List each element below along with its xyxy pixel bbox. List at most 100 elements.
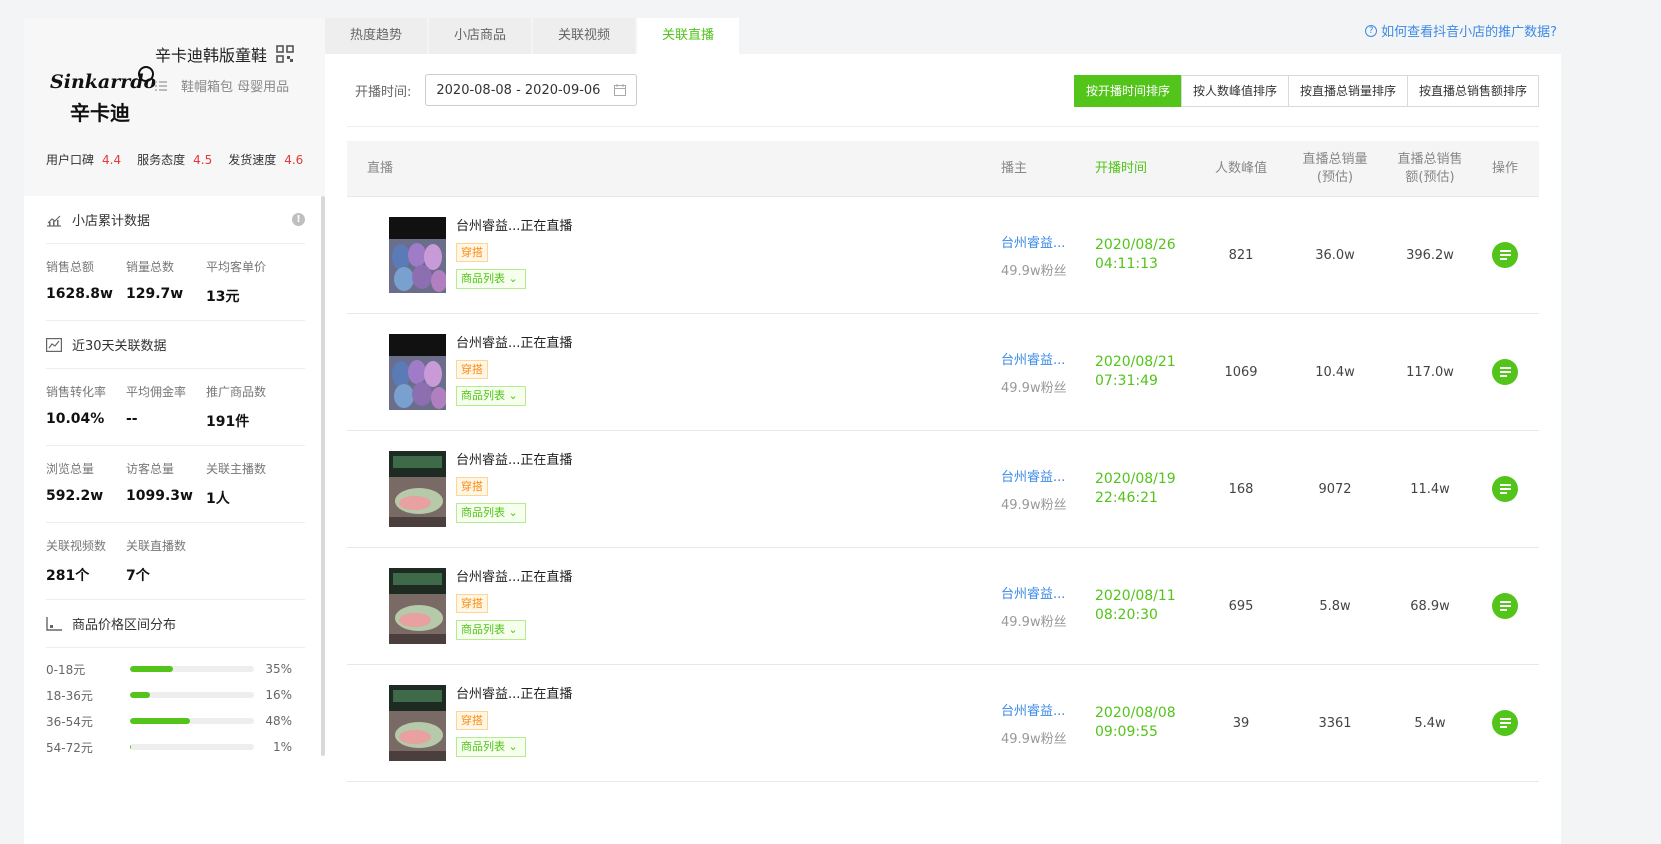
sort-by-amount-button[interactable]: 按直播总销售额排序 <box>1406 75 1539 107</box>
help-link[interactable]: ? 如何查看抖音小店的推广数据? <box>1365 21 1557 40</box>
price-range-row: 36-54元 48% <box>46 708 305 734</box>
tab-shop-goods[interactable]: 小店商品 <box>429 18 531 54</box>
price-range-label: 0-18元 <box>46 662 86 677</box>
qr-code-icon[interactable] <box>276 45 294 63</box>
table-row: 台州睿益...正在直播 穿搭商品列表 ⌄ 台州睿益... 49.9w粉丝 2020/08… <box>347 314 1539 431</box>
start-clock: 22:46:21 <box>1095 490 1158 506</box>
start-date: 2020/08/08 <box>1095 705 1176 721</box>
goods-list-button[interactable]: 商品列表 ⌄ <box>456 620 526 640</box>
lives-panel: 开播时间: 2020-08-08 - 2020-09-06 按开播时间排序 按人… <box>325 54 1561 844</box>
live-title[interactable]: 台州睿益...正在直播 <box>456 332 572 351</box>
tab-related-videos[interactable]: 关联视频 <box>533 18 635 54</box>
th-sales[interactable]: 直播总销量 (预估) <box>1281 151 1389 187</box>
start-time-cell: 2020/08/21 07:31:49 <box>1095 353 1201 391</box>
peak-cell: 1069 <box>1224 364 1258 380</box>
sales-cell: 5.8w <box>1319 598 1351 614</box>
start-time-cell: 2020/08/11 08:20:30 <box>1095 587 1201 625</box>
live-thumbnail[interactable] <box>389 334 446 410</box>
sort-by-sales-button[interactable]: 按直播总销量排序 <box>1287 75 1408 107</box>
th-start-time[interactable]: 开播时间 <box>1095 160 1201 178</box>
live-tag: 穿搭 <box>456 360 488 379</box>
price-range-fill <box>130 666 174 672</box>
svg-text:Sinkarrdo: Sinkarrdo <box>50 71 157 93</box>
live-title[interactable]: 台州睿益...正在直播 <box>456 566 572 585</box>
price-range-fill <box>130 744 132 750</box>
start-clock: 08:20:30 <box>1095 607 1158 623</box>
table-body: 台州睿益...正在直播 穿搭 商品列表 ⌄ 台州睿益... 49.9w粉丝 2020/08… <box>347 197 1539 782</box>
live-title[interactable]: 台州睿益...正在直播 <box>456 449 572 468</box>
price-range-bar <box>130 692 254 698</box>
detail-list-icon[interactable] <box>1492 242 1518 268</box>
start-clock: 09:09:55 <box>1095 724 1158 740</box>
stat-promoted-goods: 推广商品数 191件 <box>206 385 267 430</box>
anchor-fans: 49.9w粉丝 <box>1001 380 1067 396</box>
price-range-label: 18-36元 <box>46 688 93 703</box>
sort-by-peak-button[interactable]: 按人数峰值排序 <box>1180 75 1289 107</box>
calendar-icon <box>614 84 627 96</box>
bar-chart-icon <box>47 215 61 227</box>
cumulative-section: 小店累计数据 ! 销售总额 1628.8w 销量总数 129.7w 平均客单价 13元 <box>24 196 327 321</box>
live-cell: 台州睿益...正在直播 穿搭商品列表 ⌄ <box>347 685 1001 761</box>
goods-list-button[interactable]: 商品列表 ⌄ <box>456 269 526 289</box>
anchor-name-link[interactable]: 台州睿益... <box>1001 466 1095 485</box>
anchor-fans: 49.9w粉丝 <box>1001 731 1067 747</box>
price-dist-title: 商品价格区间分布 <box>46 600 305 648</box>
stat-commission-rate: 平均佣金率 -- <box>126 385 187 427</box>
shop-name: 辛卡迪韩版童鞋 <box>155 46 268 65</box>
operation-cell <box>1471 593 1539 619</box>
anchor-fans: 49.9w粉丝 <box>1001 263 1067 279</box>
sort-by-start-time-button[interactable]: 按开播时间排序 <box>1073 75 1182 107</box>
operation-cell <box>1471 242 1539 268</box>
goods-list-button[interactable]: 商品列表 ⌄ <box>456 503 526 523</box>
detail-list-icon[interactable] <box>1492 593 1518 619</box>
info-icon[interactable]: ! <box>292 213 305 226</box>
recent30-title: 近30天关联数据 <box>46 321 305 369</box>
detail-list-icon[interactable] <box>1492 710 1518 736</box>
tab-related-lives[interactable]: 关联直播 <box>637 18 739 54</box>
operation-cell <box>1471 359 1539 385</box>
detail-list-icon[interactable] <box>1492 359 1518 385</box>
chevron-down-icon: ⌄ <box>508 506 518 519</box>
live-title[interactable]: 台州睿益...正在直播 <box>456 215 572 234</box>
date-range-picker[interactable]: 2020-08-08 - 2020-09-06 <box>425 74 638 106</box>
anchor-name-link[interactable]: 台州睿益... <box>1001 583 1095 602</box>
stat-avg-price: 平均客单价 13元 <box>206 260 267 305</box>
anchor-name-link[interactable]: 台州睿益... <box>1001 349 1095 368</box>
tab-heat-trend[interactable]: 热度趋势 <box>325 18 427 54</box>
main-content: 热度趋势 小店商品 关联视频 关联直播 ? 如何查看抖音小店的推广数据? 开播时… <box>325 18 1561 844</box>
th-live: 直播 <box>367 160 394 176</box>
stat-visitors-total: 访客总量 1099.3w <box>126 462 193 504</box>
anchor-name-link[interactable]: 台州睿益... <box>1001 700 1095 719</box>
rating-reputation: 用户口碑 4.4 <box>46 153 122 167</box>
price-range-label: 36-54元 <box>46 714 93 729</box>
anchor-cell: 台州睿益... 49.9w粉丝 <box>1001 700 1095 747</box>
live-thumbnail[interactable] <box>389 685 446 761</box>
peak-cell: 695 <box>1228 598 1254 614</box>
price-range-pct: 16% <box>265 688 292 702</box>
date-filter-label: 开播时间: <box>355 84 412 100</box>
th-peak[interactable]: 人数峰值 <box>1201 160 1281 178</box>
sales-cell: 3361 <box>1318 715 1352 731</box>
anchor-fans: 49.9w粉丝 <box>1001 497 1067 513</box>
stat-views-total: 浏览总量 592.2w <box>46 462 104 504</box>
question-icon: ? <box>1365 24 1378 37</box>
detail-list-icon[interactable] <box>1492 476 1518 502</box>
live-tag: 穿搭 <box>456 711 488 730</box>
start-date: 2020/08/11 <box>1095 588 1176 604</box>
amount-cell: 396.2w <box>1406 247 1454 263</box>
shop-category-row: 鞋帽箱包 母婴用品 <box>155 76 289 95</box>
chevron-down-icon: ⌄ <box>508 272 518 285</box>
th-amount[interactable]: 直播总销售 额(预估) <box>1389 151 1471 187</box>
start-clock: 07:31:49 <box>1095 373 1158 389</box>
anchor-name-link[interactable]: 台州睿益... <box>1001 232 1095 251</box>
live-title[interactable]: 台州睿益...正在直播 <box>456 683 572 702</box>
goods-list-button[interactable]: 商品列表 ⌄ <box>456 386 526 406</box>
live-thumbnail[interactable] <box>389 451 446 527</box>
stat-lives: 关联直播数 7个 <box>126 539 187 584</box>
peak-cell: 39 <box>1232 715 1250 731</box>
live-thumbnail[interactable] <box>389 217 446 293</box>
start-time-cell: 2020/08/08 09:09:55 <box>1095 704 1201 742</box>
live-thumbnail[interactable] <box>389 568 446 644</box>
anchor-cell: 台州睿益... 49.9w粉丝 <box>1001 349 1095 396</box>
goods-list-button[interactable]: 商品列表 ⌄ <box>456 737 526 757</box>
